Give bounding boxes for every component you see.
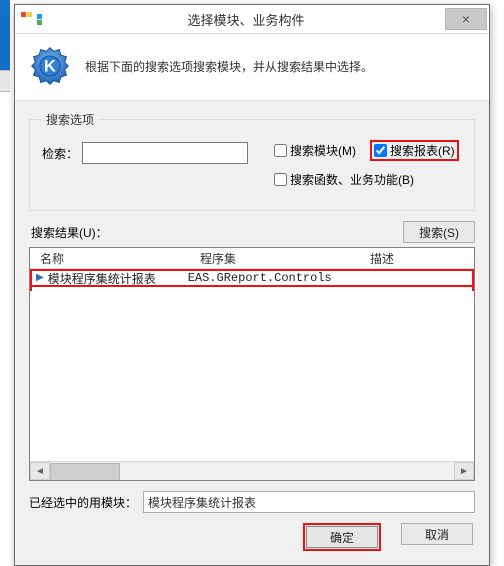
app-icon bbox=[21, 12, 33, 26]
search-options-group: 搜索选项 检索： 搜索模块(M) 搜 bbox=[29, 111, 475, 211]
svg-text:K: K bbox=[44, 58, 56, 76]
selected-label: 已经选中的用模块： bbox=[29, 494, 137, 511]
results-rows: ▶ 模块程序集统计报表 EAS.GReport.Controls bbox=[30, 269, 474, 461]
cell-assembly: EAS.GReport.Controls bbox=[188, 271, 368, 285]
close-icon: × bbox=[462, 11, 470, 27]
ok-button[interactable]: 确定 bbox=[306, 526, 378, 548]
selected-module-field[interactable] bbox=[143, 491, 475, 513]
options-legend: 搜索选项 bbox=[42, 111, 98, 128]
scroll-track[interactable] bbox=[50, 463, 454, 479]
checkbox-module-label: 搜索模块(M) bbox=[290, 142, 356, 159]
list-item[interactable]: ▶ 模块程序集统计报表 EAS.GReport.Controls bbox=[30, 269, 474, 287]
checkbox-search-report[interactable]: 搜索报表(R) bbox=[374, 142, 455, 159]
banner: K 根据下面的搜索选项搜索模块，并从搜索结果中选择。 bbox=[15, 34, 489, 101]
dialog-footer: 确定 取消 bbox=[29, 513, 475, 551]
checkbox-module-input[interactable] bbox=[274, 144, 287, 157]
checkbox-search-function[interactable]: 搜索函数、业务功能(B) bbox=[274, 171, 414, 188]
checkbox-function-label: 搜索函数、业务功能(B) bbox=[290, 171, 414, 188]
window-title: 选择模块、业务构件 bbox=[188, 10, 305, 29]
results-label: 搜索结果(U)： bbox=[31, 224, 108, 241]
horizontal-scrollbar[interactable]: ◄ ► bbox=[30, 461, 474, 480]
row-arrow-icon: ▶ bbox=[30, 272, 48, 284]
app-icon-part2 bbox=[37, 14, 43, 25]
col-name[interactable]: 名称 bbox=[30, 250, 190, 267]
checkbox-report-label: 搜索报表(R) bbox=[390, 142, 455, 159]
gear-k-icon: K bbox=[27, 44, 73, 88]
annotation-report-checkbox: 搜索报表(R) bbox=[370, 140, 459, 161]
scroll-thumb[interactable] bbox=[50, 463, 120, 481]
search-button[interactable]: 搜索(S) bbox=[403, 221, 475, 243]
results-header: 名称 程序集 描述 bbox=[30, 248, 474, 269]
cancel-button[interactable]: 取消 bbox=[401, 523, 473, 545]
close-button[interactable]: × bbox=[445, 8, 487, 30]
annotation-ok-button: 确定 bbox=[303, 523, 381, 551]
search-input[interactable] bbox=[82, 142, 248, 164]
col-assembly[interactable]: 程序集 bbox=[190, 250, 360, 267]
scroll-right-icon[interactable]: ► bbox=[454, 462, 474, 480]
checkbox-search-module[interactable]: 搜索模块(M) bbox=[274, 142, 356, 159]
results-list: 名称 程序集 描述 ▶ 模块程序集统计报表 EAS.GReport.Contro… bbox=[29, 247, 475, 481]
banner-text: 根据下面的搜索选项搜索模块，并从搜索结果中选择。 bbox=[85, 58, 373, 75]
title-bar: 选择模块、业务构件 × bbox=[15, 5, 489, 34]
search-label: 检索： bbox=[42, 145, 78, 162]
module-picker-dialog: 选择模块、业务构件 × K 根据下面的搜索选项搜索模块，并从 bbox=[14, 4, 490, 566]
cell-name: 模块程序集统计报表 bbox=[48, 270, 188, 287]
scroll-left-icon[interactable]: ◄ bbox=[30, 462, 50, 480]
col-desc[interactable]: 描述 bbox=[360, 250, 474, 267]
checkbox-function-input[interactable] bbox=[274, 173, 287, 186]
checkbox-report-input[interactable] bbox=[374, 144, 387, 157]
